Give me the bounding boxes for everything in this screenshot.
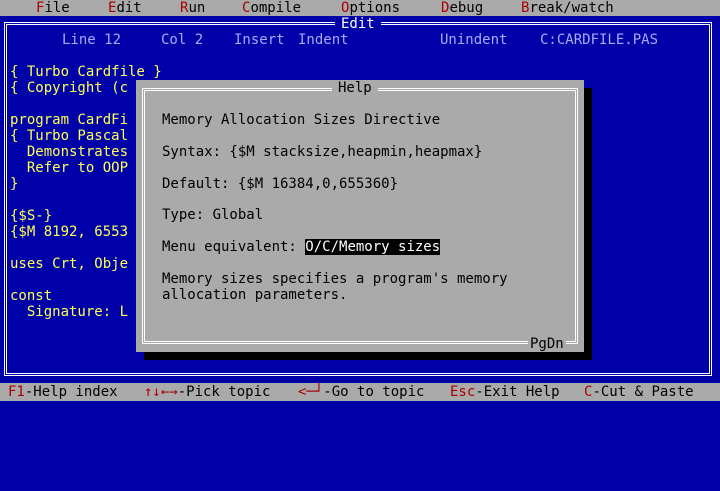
help-description-line: allocation parameters. xyxy=(162,287,348,303)
menu-edit[interactable]: Edit xyxy=(108,0,142,16)
arrow-keys-icon: ↑↓←→ xyxy=(144,384,178,400)
hint-bar: F1-Help index ↑↓←→-Pick topic <─┘-Go to … xyxy=(0,383,720,401)
help-type: Type: Global xyxy=(162,207,264,223)
menu-compile-label: ompile xyxy=(250,0,302,16)
hint-label: -Exit Help xyxy=(475,384,560,400)
hint-label: -Go to topic xyxy=(323,384,425,400)
code-line: { Turbo Pascal xyxy=(10,128,129,144)
cursor-col: Col 2 xyxy=(161,32,204,48)
help-default: Default: {$M 16384,0,655360} xyxy=(162,176,399,192)
page-down-indicator[interactable]: PgDn xyxy=(528,336,566,352)
hint-label: -Cut & Paste xyxy=(592,384,694,400)
menu-bar: File Edit Run Compile Options Debug Brea… xyxy=(0,0,720,16)
hint-go-to-topic[interactable]: <─┘-Go to topic xyxy=(298,383,424,401)
help-menu-label: Menu equivalent: xyxy=(162,239,306,255)
menu-break-watch[interactable]: Break/watch xyxy=(521,0,614,16)
menu-options-label: ptions xyxy=(349,0,401,16)
help-heading: Memory Allocation Sizes Directive xyxy=(162,112,441,128)
hint-help-index[interactable]: F1-Help index xyxy=(8,383,118,401)
cursor-line: Line 12 xyxy=(62,32,122,48)
menu-options[interactable]: Options xyxy=(341,0,400,16)
hint-label: -Help index xyxy=(24,384,118,400)
code-line: } xyxy=(10,176,19,192)
indent-mode: Indent xyxy=(298,32,349,48)
menu-edit-label: dit xyxy=(116,0,142,16)
code-line: {$S-} xyxy=(10,208,53,224)
code-line: { Turbo Cardfile } xyxy=(10,64,162,80)
code-line: Refer to OOP xyxy=(10,160,129,176)
hint-key: F1 xyxy=(8,384,25,400)
help-menu-link[interactable]: O/C/Memory sizes xyxy=(305,239,441,255)
menu-break-watch-label: reak/watch xyxy=(529,0,614,16)
menu-debug-label: ebug xyxy=(449,0,484,16)
help-dialog[interactable]: Help Memory Allocation Sizes Directive S… xyxy=(136,80,584,352)
menu-file[interactable]: File xyxy=(36,0,70,16)
code-line: Demonstrates xyxy=(10,144,129,160)
menu-compile[interactable]: Compile xyxy=(242,0,301,16)
code-line: program CardFi xyxy=(10,112,129,128)
code-line: {$M 8192, 6553 xyxy=(10,224,129,240)
help-dialog-title: Help xyxy=(332,80,378,96)
file-name: C:CARDFILE.PAS xyxy=(540,32,659,48)
editor-status-line: Line 12 Col 2 Insert Indent Unindent C:C… xyxy=(0,32,720,48)
help-syntax: Syntax: {$M stacksize,heapmin,heapmax} xyxy=(162,144,483,160)
menu-run[interactable]: Run xyxy=(180,0,205,16)
hint-cut-paste[interactable]: C-Cut & Paste xyxy=(584,383,694,401)
hint-label: -Pick topic xyxy=(177,384,271,400)
hint-key: Esc xyxy=(450,384,476,400)
menu-debug[interactable]: Debug xyxy=(441,0,483,16)
code-line: const xyxy=(10,288,53,304)
unindent-mode: Unindent xyxy=(440,32,508,48)
help-menu-equivalent: Menu equivalent: O/C/Memory sizes xyxy=(162,239,441,255)
code-line: { Copyright (c xyxy=(10,80,129,96)
insert-mode: Insert xyxy=(234,32,285,48)
enter-key-icon: <─┘ xyxy=(298,384,324,400)
menu-file-label: ile xyxy=(44,0,70,16)
hint-pick-topic[interactable]: ↑↓←→-Pick topic xyxy=(144,383,270,401)
code-line: uses Crt, Obje xyxy=(10,256,129,272)
help-description-line: Memory sizes specifies a program's memor… xyxy=(162,271,508,287)
hint-exit-help[interactable]: Esc-Exit Help xyxy=(450,383,560,401)
code-line: Signature: L xyxy=(10,304,129,320)
edit-window-title: Edit xyxy=(335,16,381,32)
menu-run-label: un xyxy=(188,0,206,16)
